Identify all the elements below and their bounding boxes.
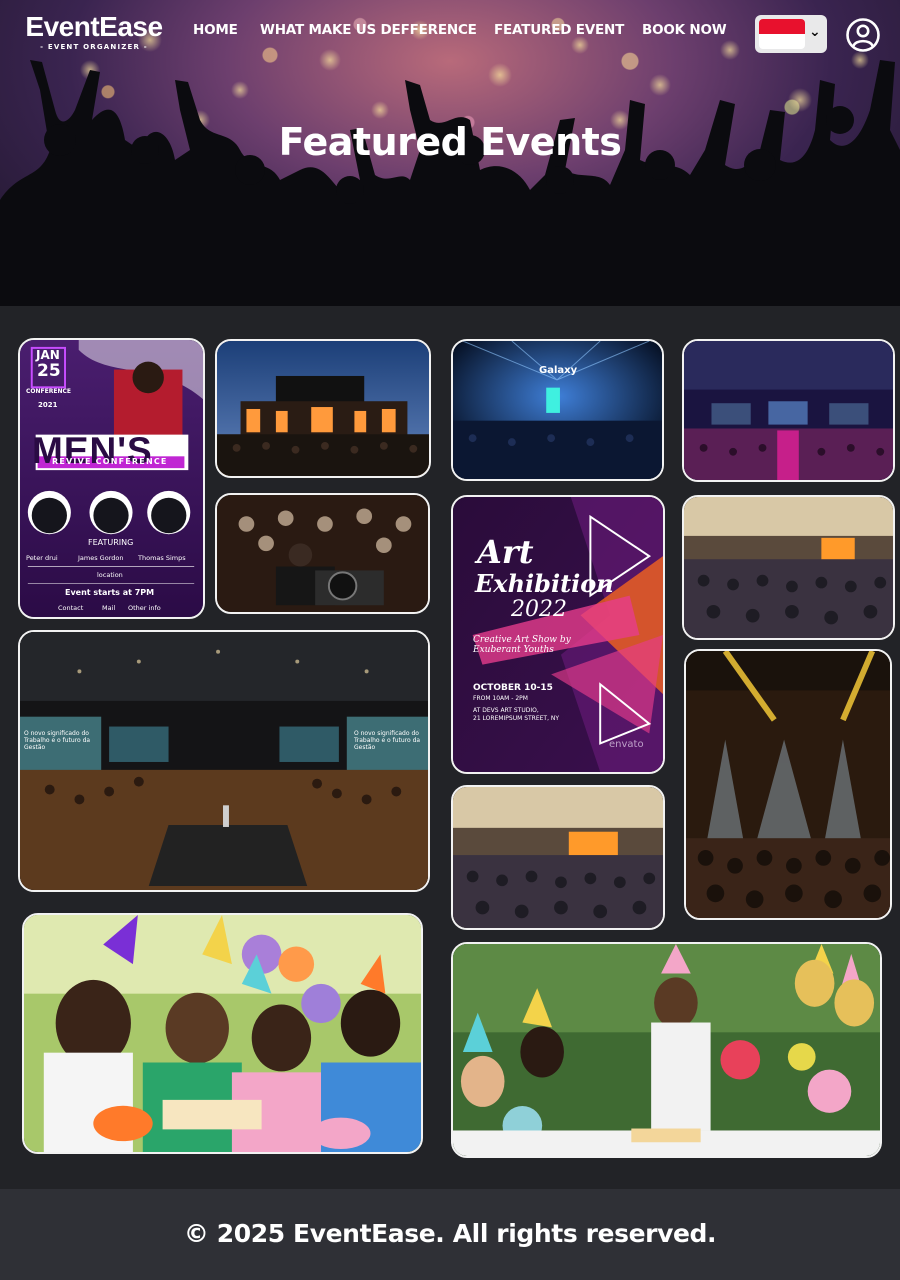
gallery-image-mens-conference[interactable] bbox=[18, 338, 205, 619]
brand-tagline: - EVENT ORGANIZER - bbox=[40, 43, 148, 51]
gallery-image-kids-garden-party[interactable] bbox=[451, 942, 882, 1158]
nav-link-home[interactable]: HOME bbox=[193, 22, 238, 38]
hero-banner: EventEase - EVENT ORGANIZER - HOME WHAT … bbox=[0, 0, 900, 306]
art-time: FROM 10AM - 2PM bbox=[473, 695, 528, 702]
auditorium-talk-photo bbox=[20, 632, 428, 890]
meeting-audience-2-photo bbox=[453, 787, 663, 928]
site-footer: © 2025 EventEase. All rights reserved. bbox=[0, 1189, 900, 1280]
gallery-image-conference-hall[interactable] bbox=[682, 339, 895, 482]
indonesia-flag-icon bbox=[759, 19, 805, 49]
brand-logo[interactable]: EventEase - EVENT ORGANIZER - bbox=[18, 12, 170, 52]
art-subtitle: Creative Art Show by Exuberant Youths bbox=[473, 635, 571, 655]
page-title: Featured Events bbox=[278, 120, 622, 164]
art-venue-1: AT DEVS ART STUDIO, bbox=[473, 707, 539, 714]
mens-conference-poster bbox=[20, 340, 203, 617]
brand-name: EventEase bbox=[25, 11, 163, 42]
conference-hall-photo bbox=[684, 341, 893, 480]
auditorium-screen-right-text: O novo significado do Trabalho e o futur… bbox=[354, 730, 421, 751]
nav-link-book-now[interactable]: BOOK NOW bbox=[642, 22, 727, 38]
meeting-audience-photo bbox=[684, 497, 893, 638]
gallery-image-auditorium-talk[interactable]: O novo significado do Trabalho e o futur… bbox=[18, 630, 430, 892]
art-watermark: envato bbox=[609, 739, 644, 750]
dj-party-photo bbox=[217, 495, 428, 612]
gallery-image-meeting-audience[interactable] bbox=[682, 495, 895, 640]
user-account-icon[interactable] bbox=[845, 17, 881, 53]
chevron-down-icon: ⌄ bbox=[809, 24, 821, 40]
nav-link-difference[interactable]: WHAT MAKE US DEFFERENCE bbox=[260, 22, 477, 38]
galaxy-screen-text: Galaxy bbox=[539, 365, 578, 376]
kids-birthday-photo bbox=[24, 915, 421, 1152]
gallery-image-meeting-audience-2[interactable] bbox=[451, 785, 665, 930]
language-selector[interactable]: ⌄ bbox=[755, 15, 827, 53]
art-dates: OCTOBER 10-15 bbox=[473, 683, 553, 693]
art-title-line1: Art bbox=[477, 533, 534, 571]
galaxy-launch-photo bbox=[453, 341, 662, 479]
nav-link-featured-event[interactable]: FEATURED EVENT bbox=[494, 22, 624, 38]
gallery-image-art-exhibition[interactable]: Art Exhibition 2022 Creative Art Show by… bbox=[451, 495, 665, 774]
gallery-image-galaxy-launch[interactable]: Galaxy bbox=[451, 339, 664, 481]
gallery-image-dj-party[interactable] bbox=[215, 493, 430, 614]
art-venue-2: 21 LOREMIPSUM STREET, NY bbox=[473, 715, 560, 722]
kids-garden-party-photo bbox=[453, 944, 880, 1156]
auditorium-screen-left-text: O novo significado do Trabalho e o futur… bbox=[24, 730, 91, 751]
gallery-image-outdoor-concert[interactable] bbox=[215, 339, 431, 478]
art-year: 2022 bbox=[511, 597, 567, 622]
top-navigation: EventEase - EVENT ORGANIZER - HOME WHAT … bbox=[0, 0, 900, 66]
art-title-line2: Exhibition bbox=[475, 569, 614, 598]
concert-lights-photo bbox=[686, 651, 890, 918]
gallery-image-kids-birthday[interactable] bbox=[22, 913, 423, 1154]
footer-copyright: © 2025 EventEase. All rights reserved. bbox=[183, 1219, 717, 1248]
gallery-image-concert-lights[interactable] bbox=[684, 649, 892, 920]
outdoor-concert-photo bbox=[217, 341, 429, 476]
